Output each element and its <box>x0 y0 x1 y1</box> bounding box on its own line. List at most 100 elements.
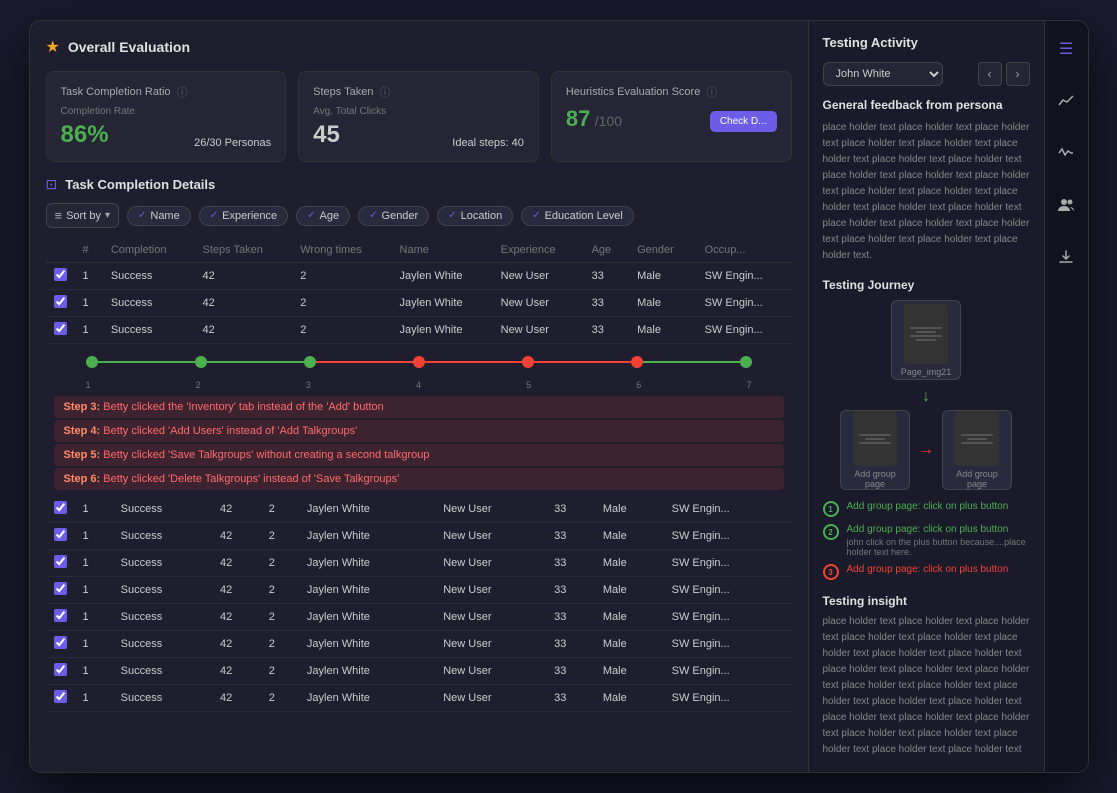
filter-location[interactable]: ✓ Location <box>437 206 513 226</box>
step-dot <box>631 356 643 368</box>
table-row[interactable]: 1 Success 42 2 Jaylen White New User 33 … <box>46 550 792 577</box>
row-checkbox-cell[interactable] <box>46 550 75 577</box>
row-checkbox[interactable] <box>54 663 67 676</box>
col-occ: Occup... <box>697 238 792 263</box>
row-age: 33 <box>584 317 630 344</box>
journey-bottom-images: Add grouppage → Add grouppage <box>823 410 1030 490</box>
row-checkbox-cell[interactable] <box>46 631 75 658</box>
row-checkbox[interactable] <box>54 609 67 622</box>
row-exp: New User <box>493 263 584 290</box>
nav-prev-button[interactable]: ‹ <box>978 62 1002 86</box>
analytics-icon[interactable] <box>1050 85 1082 117</box>
journey-img-1[interactable]: Page_img21 <box>891 300 961 380</box>
row-checkbox-cell[interactable] <box>46 496 75 523</box>
row-checkbox[interactable] <box>54 555 67 568</box>
right-panel: Testing Activity John White ‹ › General … <box>808 21 1088 772</box>
app-window: ★ Overall Evaluation Task Completion Rat… <box>29 20 1089 773</box>
row-checkbox-cell[interactable] <box>46 604 75 631</box>
table-row[interactable]: 1 Success 42 2 Jaylen White New User 33 … <box>46 658 792 685</box>
check-button[interactable]: Check D... <box>710 111 777 132</box>
stats-row: Task Completion Ratio ⓘ Completion Rate … <box>46 71 792 162</box>
table-row[interactable]: 1 Success 42 2 Jaylen White New User 33 … <box>46 685 792 712</box>
journey-section: Testing Journey Page_img21 <box>823 278 1030 580</box>
row-checkbox[interactable] <box>54 690 67 703</box>
journey-title: Testing Journey <box>823 278 1030 292</box>
row-checkbox-cell[interactable] <box>46 523 75 550</box>
step-dot <box>740 356 752 368</box>
table-row[interactable]: 1 Success 42 2 Jaylen White New User 33 … <box>46 317 792 344</box>
table-row[interactable]: 1 Success 42 2 Jaylen White New User 33 … <box>46 577 792 604</box>
row-occ: SW Engin... <box>664 685 792 712</box>
sort-chevron-icon: ▾ <box>105 210 110 221</box>
step-line <box>316 361 413 363</box>
row-num: 1 <box>75 550 113 577</box>
panel-nav: ‹ › <box>978 62 1030 86</box>
row-gender: Male <box>629 290 696 317</box>
row-num: 1 <box>75 523 113 550</box>
row-name: Jaylen White <box>299 658 435 685</box>
step-line <box>207 361 304 363</box>
task-completion-info-icon[interactable]: ⓘ <box>177 84 188 100</box>
avg-value: 45 <box>313 121 340 149</box>
journey-img-2[interactable]: Add grouppage <box>840 410 910 490</box>
steps-info-icon[interactable]: ⓘ <box>380 84 391 100</box>
screen-line <box>916 339 936 341</box>
screen-line <box>916 331 936 333</box>
users-icon[interactable] <box>1050 189 1082 221</box>
row-checkbox-cell[interactable] <box>46 290 75 317</box>
row-gender: Male <box>595 604 664 631</box>
row-checkbox-cell[interactable] <box>46 317 75 344</box>
col-age: Age <box>584 238 630 263</box>
persona-select[interactable]: John White <box>823 62 943 86</box>
heuristics-info-icon[interactable]: ⓘ <box>706 84 717 100</box>
menu-icon[interactable]: ☰ <box>1050 33 1082 65</box>
task-section-title: Task Completion Details <box>65 177 215 192</box>
row-checkbox-cell[interactable] <box>46 658 75 685</box>
journey-img-3[interactable]: Add grouppage <box>942 410 1012 490</box>
row-exp: New User <box>435 496 546 523</box>
row-occ: SW Engin... <box>664 604 792 631</box>
row-checkbox[interactable] <box>54 501 67 514</box>
table-row[interactable]: 1 Success 42 2 Jaylen White New User 33 … <box>46 263 792 290</box>
row-checkbox[interactable] <box>54 582 67 595</box>
table-row[interactable]: 1 Success 42 2 Jaylen White New User 33 … <box>46 290 792 317</box>
step-dot <box>522 356 534 368</box>
row-checkbox-cell[interactable] <box>46 685 75 712</box>
step-line <box>425 361 522 363</box>
row-occ: SW Engin... <box>664 496 792 523</box>
filter-education[interactable]: ✓ Education Level <box>521 206 634 226</box>
row-name: Jaylen White <box>299 496 435 523</box>
step-tracker <box>46 348 792 376</box>
row-checkbox[interactable] <box>54 636 67 649</box>
journey-img-label-2: Add grouppage <box>854 469 896 489</box>
row-name: Jaylen White <box>299 604 435 631</box>
filter-age[interactable]: ✓ Age <box>296 206 350 226</box>
table-row[interactable]: 1 Success 42 2 Jaylen White New User 33 … <box>46 523 792 550</box>
row-checkbox[interactable] <box>54 295 67 308</box>
filter-gender[interactable]: ✓ Gender <box>358 206 429 226</box>
row-checkbox[interactable] <box>54 268 67 281</box>
sort-by-dropdown[interactable]: ≡ Sort by ▾ <box>46 203 119 228</box>
heuristic-denom: /100 <box>595 113 622 129</box>
step-number: 6 <box>636 380 641 390</box>
download-icon[interactable] <box>1050 241 1082 273</box>
row-steps: 42 <box>212 658 261 685</box>
screen-mockup-2 <box>853 411 897 466</box>
table-row[interactable]: 1 Success 42 2 Jaylen White New User 33 … <box>46 631 792 658</box>
table-row[interactable]: 1 Success 42 2 Jaylen White New User 33 … <box>46 604 792 631</box>
row-wrong: 2 <box>261 577 299 604</box>
filter-name[interactable]: ✓ Name <box>127 206 191 226</box>
row-checkbox[interactable] <box>54 528 67 541</box>
row-checkbox[interactable] <box>54 322 67 335</box>
row-gender: Male <box>595 685 664 712</box>
table-row[interactable]: 1 Success 42 2 Jaylen White New User 33 … <box>46 496 792 523</box>
row-completion: Success <box>113 658 212 685</box>
journey-step: 3 Add group page: click on plus button <box>823 563 1030 580</box>
row-steps: 42 <box>212 604 261 631</box>
activity-icon[interactable] <box>1050 137 1082 169</box>
row-checkbox-cell[interactable] <box>46 577 75 604</box>
error-steps: Step 3: Betty clicked the 'Inventory' ta… <box>46 390 792 496</box>
row-checkbox-cell[interactable] <box>46 263 75 290</box>
filter-experience[interactable]: ✓ Experience <box>199 206 288 226</box>
nav-next-button[interactable]: › <box>1006 62 1030 86</box>
